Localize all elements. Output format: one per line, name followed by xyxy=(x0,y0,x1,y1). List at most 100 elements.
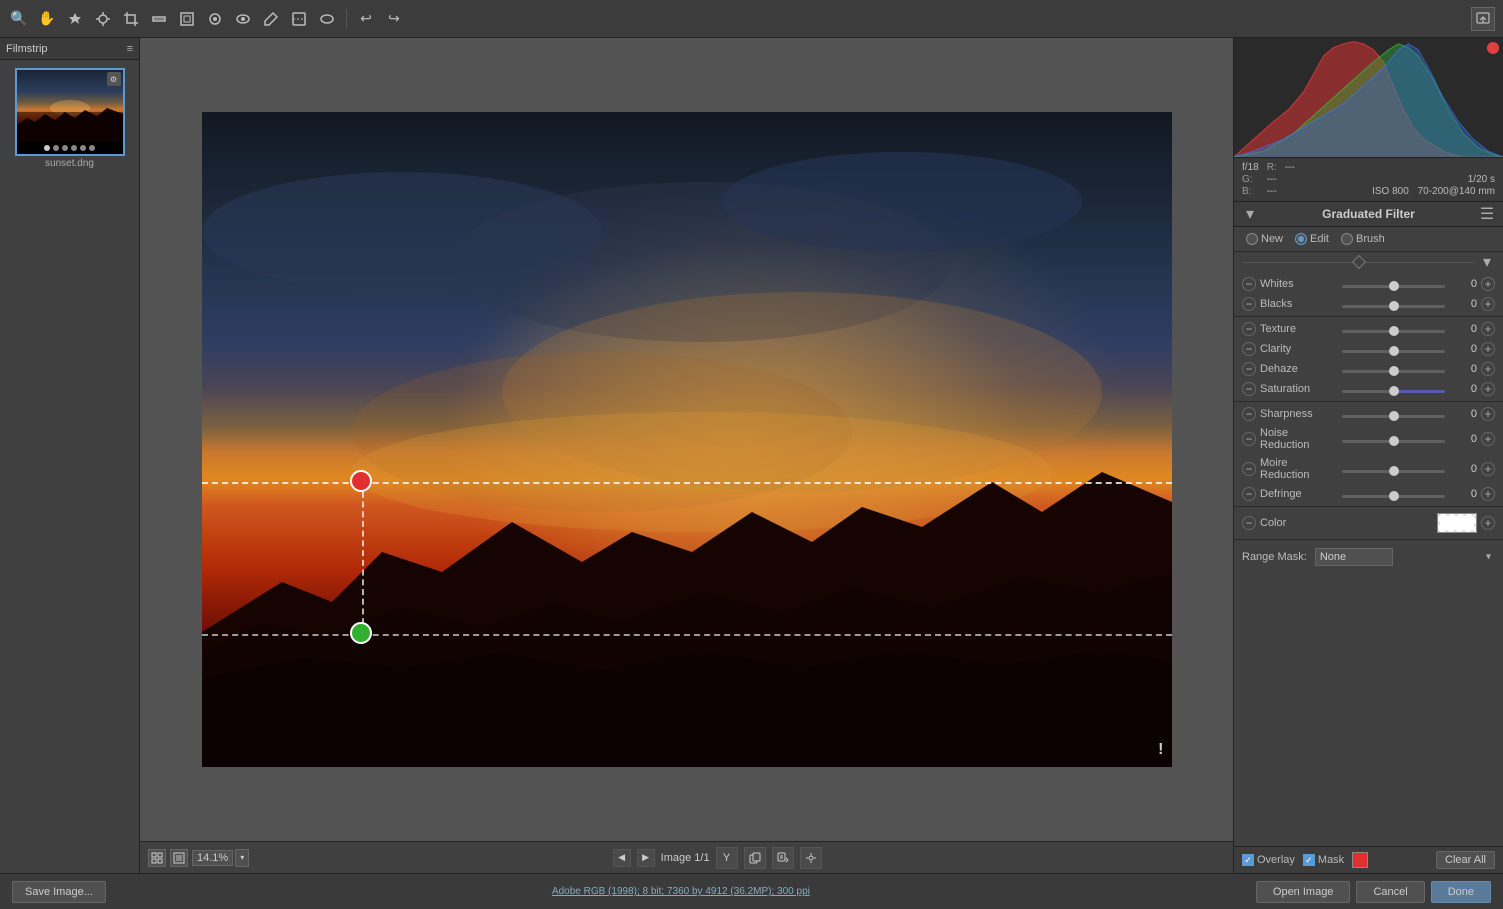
whites-decrease-btn[interactable]: − xyxy=(1242,277,1256,291)
noise-reduction-increase-btn[interactable]: + xyxy=(1481,432,1495,446)
defringe-track[interactable] xyxy=(1342,495,1445,498)
moire-reduction-track[interactable] xyxy=(1342,470,1445,473)
mode-new-label[interactable]: New xyxy=(1246,233,1283,245)
range-mask-select[interactable]: None Color Luminance xyxy=(1315,548,1393,566)
filmstrip-panel: Filmstrip ≡ xyxy=(0,38,140,873)
dehaze-track[interactable] xyxy=(1342,370,1445,373)
image-canvas[interactable]: ! xyxy=(202,112,1172,767)
brush-tool[interactable] xyxy=(260,8,282,30)
mask-checkbox-label[interactable]: Mask xyxy=(1303,854,1344,866)
mode-brush-radio[interactable] xyxy=(1341,233,1353,245)
undo-btn[interactable]: ↩ xyxy=(355,8,377,30)
color-swatch[interactable] xyxy=(1437,513,1477,533)
settings-btn[interactable] xyxy=(800,847,822,869)
dehaze-decrease-btn[interactable]: − xyxy=(1242,362,1256,376)
moire-reduction-increase-btn[interactable]: + xyxy=(1481,462,1495,476)
color-sampler-tool[interactable] xyxy=(92,8,114,30)
heal-tool[interactable] xyxy=(204,8,226,30)
open-image-btn[interactable]: Open Image xyxy=(1256,881,1351,903)
red-eye-tool[interactable] xyxy=(232,8,254,30)
texture-track[interactable] xyxy=(1342,330,1445,333)
dehaze-thumb[interactable] xyxy=(1389,366,1399,376)
whites-increase-btn[interactable]: + xyxy=(1481,277,1495,291)
overlay-checkbox[interactable] xyxy=(1242,854,1254,866)
saturation-thumb[interactable] xyxy=(1389,386,1399,396)
section-expand-btn[interactable]: ▾ xyxy=(1479,254,1495,270)
top-separator-diamond[interactable] xyxy=(1351,255,1365,269)
redo-btn[interactable]: ↪ xyxy=(383,8,405,30)
mode-edit-label[interactable]: Edit xyxy=(1295,233,1329,245)
sharpness-track[interactable] xyxy=(1342,415,1445,418)
thumbnail-item[interactable]: ⚙ xyxy=(15,68,125,156)
saturation-track[interactable] xyxy=(1342,390,1445,393)
white-balance-tool[interactable] xyxy=(64,8,86,30)
paste-settings-btn[interactable] xyxy=(772,847,794,869)
moire-reduction-decrease-btn[interactable]: − xyxy=(1242,462,1256,476)
color-increase-btn[interactable]: + xyxy=(1481,516,1495,530)
sync-settings-btn[interactable]: Y xyxy=(716,847,738,869)
sharpness-thumb[interactable] xyxy=(1389,411,1399,421)
mode-new-radio[interactable] xyxy=(1246,233,1258,245)
graduated-filter-tool[interactable] xyxy=(288,8,310,30)
blacks-track[interactable] xyxy=(1342,305,1445,308)
moire-reduction-thumb[interactable] xyxy=(1389,466,1399,476)
mode-brush-label[interactable]: Brush xyxy=(1341,233,1385,245)
export-button[interactable] xyxy=(1471,7,1495,31)
crop-tool[interactable] xyxy=(120,8,142,30)
radial-filter-tool[interactable] xyxy=(316,8,338,30)
color-decrease-btn[interactable]: − xyxy=(1242,516,1256,530)
mask-checkbox[interactable] xyxy=(1303,854,1315,866)
copy-settings-btn[interactable] xyxy=(744,847,766,869)
blacks-thumb[interactable] xyxy=(1389,301,1399,311)
straighten-tool[interactable] xyxy=(148,8,170,30)
next-image-btn[interactable]: ▶ xyxy=(637,849,655,867)
mask-label: Mask xyxy=(1318,854,1344,866)
g-label: G: xyxy=(1242,174,1259,185)
dehaze-increase-btn[interactable]: + xyxy=(1481,362,1495,376)
defringe-thumb[interactable] xyxy=(1389,491,1399,501)
thumbnail-settings-icon[interactable]: ⚙ xyxy=(107,72,121,86)
sharpness-decrease-btn[interactable]: − xyxy=(1242,407,1256,421)
zoom-tool[interactable]: 🔍 xyxy=(8,8,30,30)
shutter-value: 1/20 s xyxy=(1285,174,1495,185)
transform-tool[interactable] xyxy=(176,8,198,30)
texture-thumb[interactable] xyxy=(1389,326,1399,336)
mode-edit-radio[interactable] xyxy=(1295,233,1307,245)
defringe-decrease-btn[interactable]: − xyxy=(1242,487,1256,501)
noise-reduction-thumb[interactable] xyxy=(1389,436,1399,446)
panel-options-btn[interactable]: ☰ xyxy=(1479,206,1495,222)
clarity-track[interactable] xyxy=(1342,350,1445,353)
save-image-btn[interactable]: Save Image... xyxy=(12,881,106,903)
overlay-checkbox-label[interactable]: Overlay xyxy=(1242,854,1295,866)
saturation-decrease-btn[interactable]: − xyxy=(1242,382,1256,396)
clarity-increase-btn[interactable]: + xyxy=(1481,342,1495,356)
filmstrip-menu-icon[interactable]: ≡ xyxy=(127,43,133,55)
noise-reduction-track[interactable] xyxy=(1342,440,1445,443)
cancel-btn[interactable]: Cancel xyxy=(1356,881,1424,903)
fill-screen-btn[interactable] xyxy=(170,849,188,867)
mask-color-swatch[interactable] xyxy=(1352,852,1368,868)
clarity-thumb[interactable] xyxy=(1389,346,1399,356)
clarity-decrease-btn[interactable]: − xyxy=(1242,342,1256,356)
whites-track[interactable] xyxy=(1342,285,1445,288)
clarity-track-container xyxy=(1342,344,1445,355)
blacks-decrease-btn[interactable]: − xyxy=(1242,297,1256,311)
whites-thumb[interactable] xyxy=(1389,281,1399,291)
panel-expand-btn[interactable]: ▾ xyxy=(1242,206,1258,222)
prev-image-btn[interactable]: ◀ xyxy=(613,849,631,867)
texture-increase-btn[interactable]: + xyxy=(1481,322,1495,336)
zoom-dropdown-btn[interactable]: ▾ xyxy=(235,849,249,867)
fit-screen-btn[interactable] xyxy=(148,849,166,867)
texture-decrease-btn[interactable]: − xyxy=(1242,322,1256,336)
sharpness-increase-btn[interactable]: + xyxy=(1481,407,1495,421)
blacks-increase-btn[interactable]: + xyxy=(1481,297,1495,311)
hand-tool[interactable]: ✋ xyxy=(36,8,58,30)
graduated-filter-end-dot[interactable] xyxy=(350,622,372,644)
saturation-increase-btn[interactable]: + xyxy=(1481,382,1495,396)
done-btn[interactable]: Done xyxy=(1431,881,1491,903)
defringe-increase-btn[interactable]: + xyxy=(1481,487,1495,501)
graduated-filter-start-dot[interactable] xyxy=(350,470,372,492)
clear-all-btn[interactable]: Clear All xyxy=(1436,851,1495,869)
file-info-link[interactable]: Adobe RGB (1998); 8 bit; 7360 by 4912 (3… xyxy=(552,886,810,897)
noise-reduction-decrease-btn[interactable]: − xyxy=(1242,432,1256,446)
